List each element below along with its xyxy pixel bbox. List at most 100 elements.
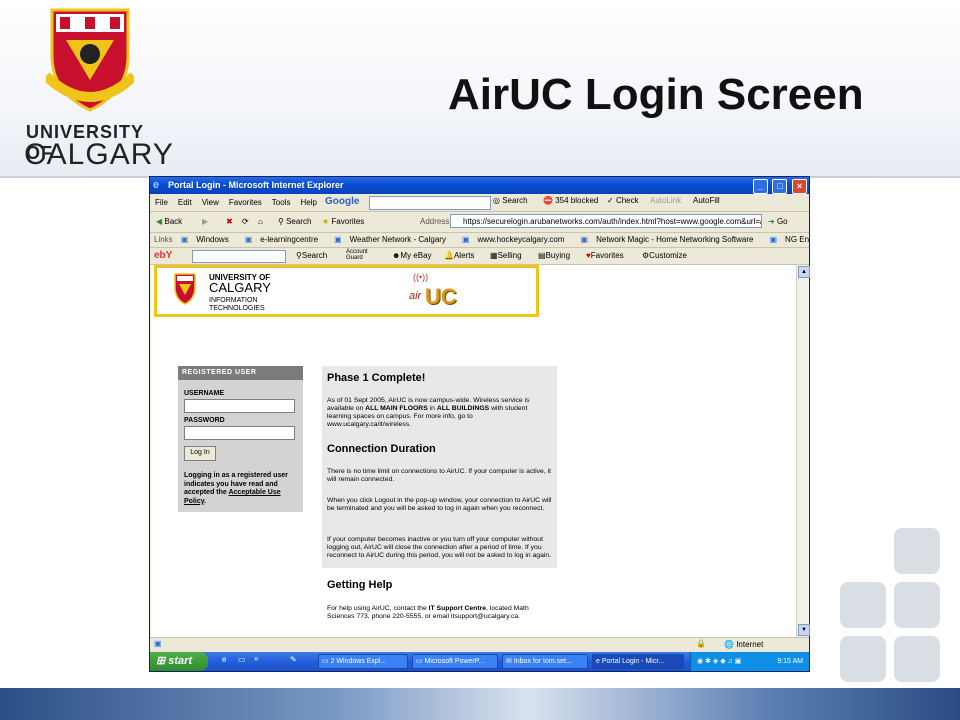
blocked-count: 354 blocked xyxy=(555,196,599,205)
security-zone: 🌐 Internet xyxy=(724,640,763,649)
task-portal-login[interactable]: e Portal Login - Micr... xyxy=(592,654,684,669)
task-powerpoint[interactable]: ▭ Microsoft PowerP... xyxy=(412,654,498,669)
search-button[interactable]: ⚲ Search xyxy=(278,217,311,226)
autofill-button[interactable]: AutoFill xyxy=(693,196,720,205)
address-field[interactable]: https://securelogin.arubanetworks.com/au… xyxy=(450,214,762,228)
link-label: Network Magic - Home Networking Software xyxy=(596,235,754,244)
page-icon: ▣ xyxy=(334,235,342,244)
help-text-2: IT Support Centre xyxy=(428,605,487,612)
spell-check-button[interactable]: ✓ Check xyxy=(607,196,639,205)
selling-label: Selling xyxy=(497,251,522,260)
go-arrow-icon: ➜ xyxy=(768,217,775,226)
scroll-down-icon[interactable]: ▼ xyxy=(798,624,810,636)
link-windows[interactable]: ▣ Windows xyxy=(181,233,237,247)
refresh-button[interactable]: ⟳ xyxy=(242,217,249,226)
link-label: e-learningcentre xyxy=(260,235,319,244)
link-ng-enterprise[interactable]: ▣ NG Enterprise-Level IT Management xyxy=(769,233,809,247)
ebay-search-label: Search xyxy=(301,251,328,260)
menu-help[interactable]: Help xyxy=(295,194,321,211)
page-content: UNIVERSITY OF CALGARY INFORMATION TECHNO… xyxy=(151,265,796,637)
quick-launch-more-icon[interactable]: » xyxy=(254,654,258,663)
link-network-magic[interactable]: ▣ Network Magic - Home Networking Softwar… xyxy=(581,233,762,247)
star-icon: ★ xyxy=(322,217,330,226)
magnifier-icon: ⚲ xyxy=(278,217,284,226)
duration-text-1: There is no time limit on connections to… xyxy=(327,468,552,483)
go-label: Go xyxy=(776,217,788,226)
browser-window: e Portal Login - Microsoft Internet Expl… xyxy=(149,176,810,672)
status-bar: ▣ 🔒 🌐 Internet xyxy=(150,637,809,652)
quick-launch-ie-icon[interactable]: e xyxy=(222,655,226,664)
home-icon: ⌂ xyxy=(258,217,263,226)
home-button[interactable]: ⌂ xyxy=(258,217,263,226)
back-label: Back xyxy=(164,217,183,226)
stop-button[interactable]: ✖ xyxy=(226,217,233,226)
portal-banner: UNIVERSITY OF CALGARY INFORMATION TECHNO… xyxy=(154,265,539,317)
buying-button[interactable]: ▤Buying xyxy=(538,251,570,260)
search-label: Search xyxy=(286,217,312,226)
password-input[interactable] xyxy=(184,426,295,440)
windows-taskbar: ⊞ start e ▭ » ✎ ▭ 2 Windows Expl... ▭ Mi… xyxy=(150,652,809,671)
link-weather[interactable]: ▣ Weather Network - Calgary xyxy=(334,233,454,247)
google-search-input[interactable] xyxy=(369,196,491,210)
link-label: Weather Network - Calgary xyxy=(349,235,446,244)
logo-line-2: CALGARY xyxy=(24,138,174,171)
login-panel: REGISTERED USER USERNAME PASSWORD Log In… xyxy=(178,366,303,512)
back-arrow-icon: ◀ xyxy=(156,217,163,226)
menu-file[interactable]: File xyxy=(150,194,173,211)
login-header: REGISTERED USER xyxy=(178,366,303,380)
go-button[interactable]: ➜ Go xyxy=(768,217,788,226)
refresh-icon: ⟳ xyxy=(242,217,249,226)
task-label: Portal Login - Micr... xyxy=(601,658,665,665)
page-icon: ▣ xyxy=(461,235,470,244)
vertical-scrollbar[interactable]: ▲ ▼ xyxy=(796,265,810,637)
quick-launch-edit-icon[interactable]: ✎ xyxy=(290,655,297,664)
help-heading: Getting Help xyxy=(327,579,393,591)
favorites-label: Favorites xyxy=(331,217,365,226)
menu-view[interactable]: View xyxy=(197,194,224,211)
forward-button[interactable]: ▶ xyxy=(202,217,208,226)
autolink-button[interactable]: AutoLink xyxy=(650,196,681,205)
link-elearning[interactable]: ▣ e-learningcentre xyxy=(245,233,326,247)
help-text-1: For help using AirUC, contact the xyxy=(327,605,429,612)
selling-button[interactable]: ▦Selling xyxy=(490,251,522,260)
menu-favorites[interactable]: Favorites xyxy=(224,194,267,211)
start-button[interactable]: ⊞ start xyxy=(150,652,208,671)
phase-text-3: in xyxy=(427,405,437,412)
tray-icons[interactable]: ◉ ✱ ◈ ◆ ♫ ▣ xyxy=(697,658,741,665)
customize-button[interactable]: ⚙Customize xyxy=(642,251,687,260)
task-windows-explorer[interactable]: ▭ 2 Windows Expl... xyxy=(318,654,408,669)
google-search-label: Search xyxy=(502,196,528,205)
task-inbox[interactable]: ✉ Inbox for tom.set... xyxy=(502,654,588,669)
close-button[interactable]: × xyxy=(792,179,807,194)
globe-icon: 🌐 xyxy=(724,640,734,649)
username-input[interactable] xyxy=(184,399,295,413)
banner-it-line2: TECHNOLOGIES xyxy=(209,305,265,312)
link-hockey[interactable]: ▣ www.hockeycalgary.com xyxy=(462,233,573,247)
minimize-button[interactable]: _ xyxy=(752,179,768,194)
windows-flag-icon: ⊞ xyxy=(156,655,166,667)
account-guard-button[interactable]: Account Guard xyxy=(346,249,386,261)
duration-heading: Connection Duration xyxy=(327,443,436,455)
airuc-logo-uc: UC xyxy=(425,284,457,309)
menu-tools[interactable]: Tools xyxy=(267,194,296,211)
window-titlebar[interactable]: e Portal Login - Microsoft Internet Expl… xyxy=(150,177,809,194)
popup-blocker[interactable]: ⛔ 354 blocked xyxy=(543,196,598,205)
menu-edit[interactable]: Edit xyxy=(173,194,197,211)
back-button[interactable]: ◀ Back xyxy=(156,217,182,226)
login-button[interactable]: Log In xyxy=(184,446,216,461)
maximize-button[interactable]: □ xyxy=(772,179,788,194)
folder-icon: ▭ xyxy=(322,658,329,665)
alerts-button[interactable]: 🔔Alerts xyxy=(444,251,474,260)
ebay-search-input[interactable] xyxy=(192,250,286,263)
mail-icon: ✉ xyxy=(506,658,512,665)
ebay-favorites-button[interactable]: ♥Favorites xyxy=(586,251,624,260)
task-label: Microsoft PowerP... xyxy=(424,658,485,665)
scroll-up-icon[interactable]: ▲ xyxy=(798,266,810,278)
my-ebay-button[interactable]: ☻My eBay xyxy=(392,251,432,260)
favorites-button[interactable]: ★ Favorites xyxy=(322,217,364,226)
slide-footer-band xyxy=(0,688,960,720)
phase-heading: Phase 1 Complete! xyxy=(327,372,426,384)
quick-launch-desktop-icon[interactable]: ▭ xyxy=(238,655,246,664)
google-search-button[interactable]: ◎ Search xyxy=(493,196,528,205)
ebay-search-button[interactable]: ⚲Search xyxy=(296,251,327,260)
